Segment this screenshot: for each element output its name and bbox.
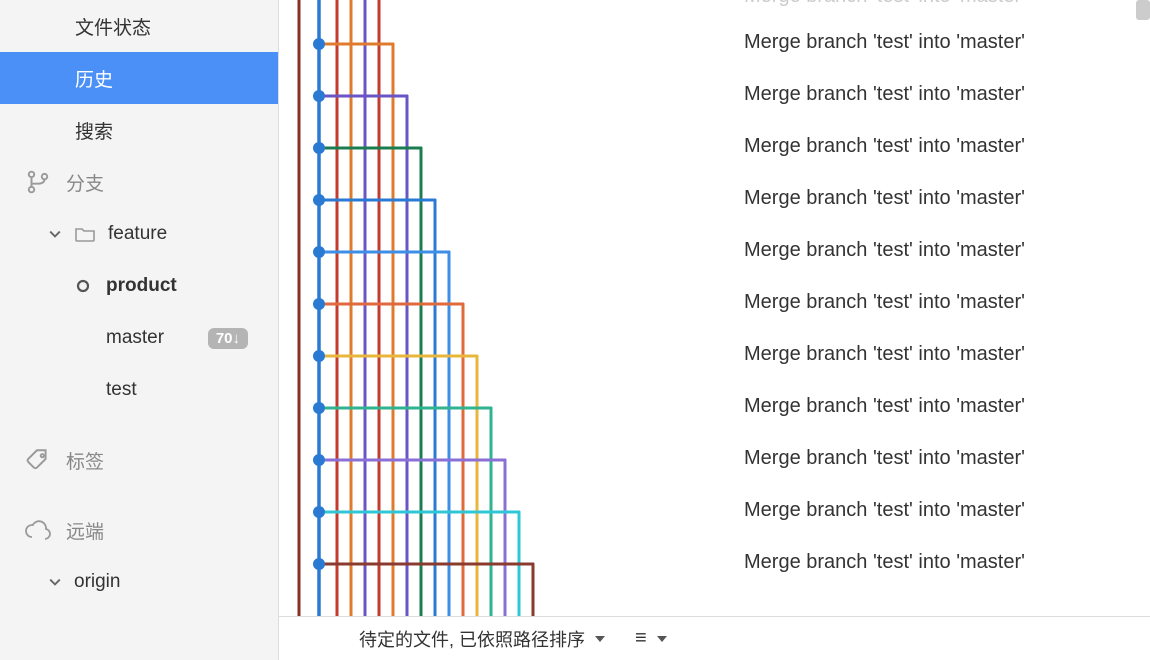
branch-master-label: master	[106, 327, 164, 349]
nav-search[interactable]: 搜索	[0, 104, 278, 156]
branch-folder-feature[interactable]: feature	[0, 208, 278, 260]
commit-message: Merge branch 'test' into 'master'	[744, 31, 1025, 54]
branch-test-label: test	[106, 379, 137, 401]
remote-origin[interactable]: origin	[0, 556, 278, 608]
behind-count-badge: 70↓	[208, 328, 248, 349]
view-mode-dropdown[interactable]: ≡	[635, 627, 667, 650]
commit-message: Merge branch 'test' into 'master'	[744, 551, 1025, 574]
commit-message: Merge branch 'test' into 'master'	[744, 343, 1025, 366]
section-branches-label: 分支	[66, 169, 104, 196]
commit-row[interactable]: Merge branch 'test' into 'master'	[279, 380, 1150, 432]
commit-message: Merge branch 'test' into 'master'	[744, 187, 1025, 210]
commit-row[interactable]: Merge branch 'test' into 'master'	[279, 276, 1150, 328]
nav-history[interactable]: 历史	[0, 52, 278, 104]
branch-icon	[24, 168, 52, 196]
commit-row[interactable]: Merge branch 'test' into 'master'	[279, 432, 1150, 484]
commit-message: Merge branch 'test' into 'master'	[744, 0, 1025, 8]
list-icon: ≡	[635, 627, 647, 650]
commit-message: Merge branch 'test' into 'master'	[744, 447, 1025, 470]
commit-row[interactable]: Merge branch 'test' into 'master'	[279, 328, 1150, 380]
commit-history-area: Merge branch 'test' into 'master' Merge b…	[279, 0, 1150, 616]
current-branch-indicator-icon	[72, 279, 94, 293]
folder-icon	[74, 226, 96, 242]
commit-row[interactable]: Merge branch 'test' into 'master'	[279, 536, 1150, 588]
tag-icon	[24, 446, 52, 474]
commit-message: Merge branch 'test' into 'master'	[744, 83, 1025, 106]
section-remotes-label: 远端	[66, 517, 104, 544]
commit-message: Merge branch 'test' into 'master'	[744, 395, 1025, 418]
nav-file-status-label: 文件状态	[75, 13, 151, 40]
commit-message: Merge branch 'test' into 'master'	[744, 291, 1025, 314]
pending-files-dropdown[interactable]: 待定的文件, 已依照路径排序	[359, 626, 605, 652]
nav-history-label: 历史	[75, 65, 113, 92]
commit-row[interactable]: Merge branch 'test' into 'master'	[279, 120, 1150, 172]
nav-search-label: 搜索	[75, 117, 113, 144]
commit-message: Merge branch 'test' into 'master'	[744, 499, 1025, 522]
commit-row[interactable]: Merge branch 'test' into 'master'	[279, 16, 1150, 68]
section-branches[interactable]: 分支	[0, 156, 278, 208]
section-tags-label: 标签	[66, 447, 104, 474]
commit-message: Merge branch 'test' into 'master'	[744, 135, 1025, 158]
commit-message: Merge branch 'test' into 'master'	[744, 239, 1025, 262]
section-tags[interactable]: 标签	[0, 434, 278, 486]
chevron-down-icon	[48, 576, 62, 588]
branch-folder-feature-label: feature	[108, 223, 167, 245]
commit-row[interactable]: Merge branch 'test' into 'master'	[279, 172, 1150, 224]
branch-product-label: product	[106, 275, 177, 297]
pending-files-label: 待定的文件, 已依照路径排序	[359, 626, 585, 652]
commit-row[interactable]: Merge branch 'test' into 'master'	[279, 0, 1150, 16]
remote-origin-label: origin	[74, 571, 120, 593]
commit-row[interactable]: Merge branch 'test' into 'master'	[279, 224, 1150, 276]
section-remotes[interactable]: 远端	[0, 504, 278, 556]
commit-list: Merge branch 'test' into 'master' Merge b…	[279, 0, 1150, 588]
chevron-down-icon	[48, 228, 62, 240]
branch-master[interactable]: master 70↓	[0, 312, 278, 364]
main-panel: Merge branch 'test' into 'master' Merge b…	[279, 0, 1150, 660]
commit-row[interactable]: Merge branch 'test' into 'master'	[279, 68, 1150, 120]
branch-test[interactable]: test	[0, 364, 278, 416]
bottom-toolbar: 待定的文件, 已依照路径排序 ≡	[279, 616, 1150, 660]
sidebar: 文件状态 历史 搜索 分支 feature product	[0, 0, 279, 660]
commit-row[interactable]: Merge branch 'test' into 'master'	[279, 484, 1150, 536]
nav-file-status[interactable]: 文件状态	[0, 0, 278, 52]
branch-product[interactable]: product	[0, 260, 278, 312]
cloud-icon	[24, 516, 52, 544]
